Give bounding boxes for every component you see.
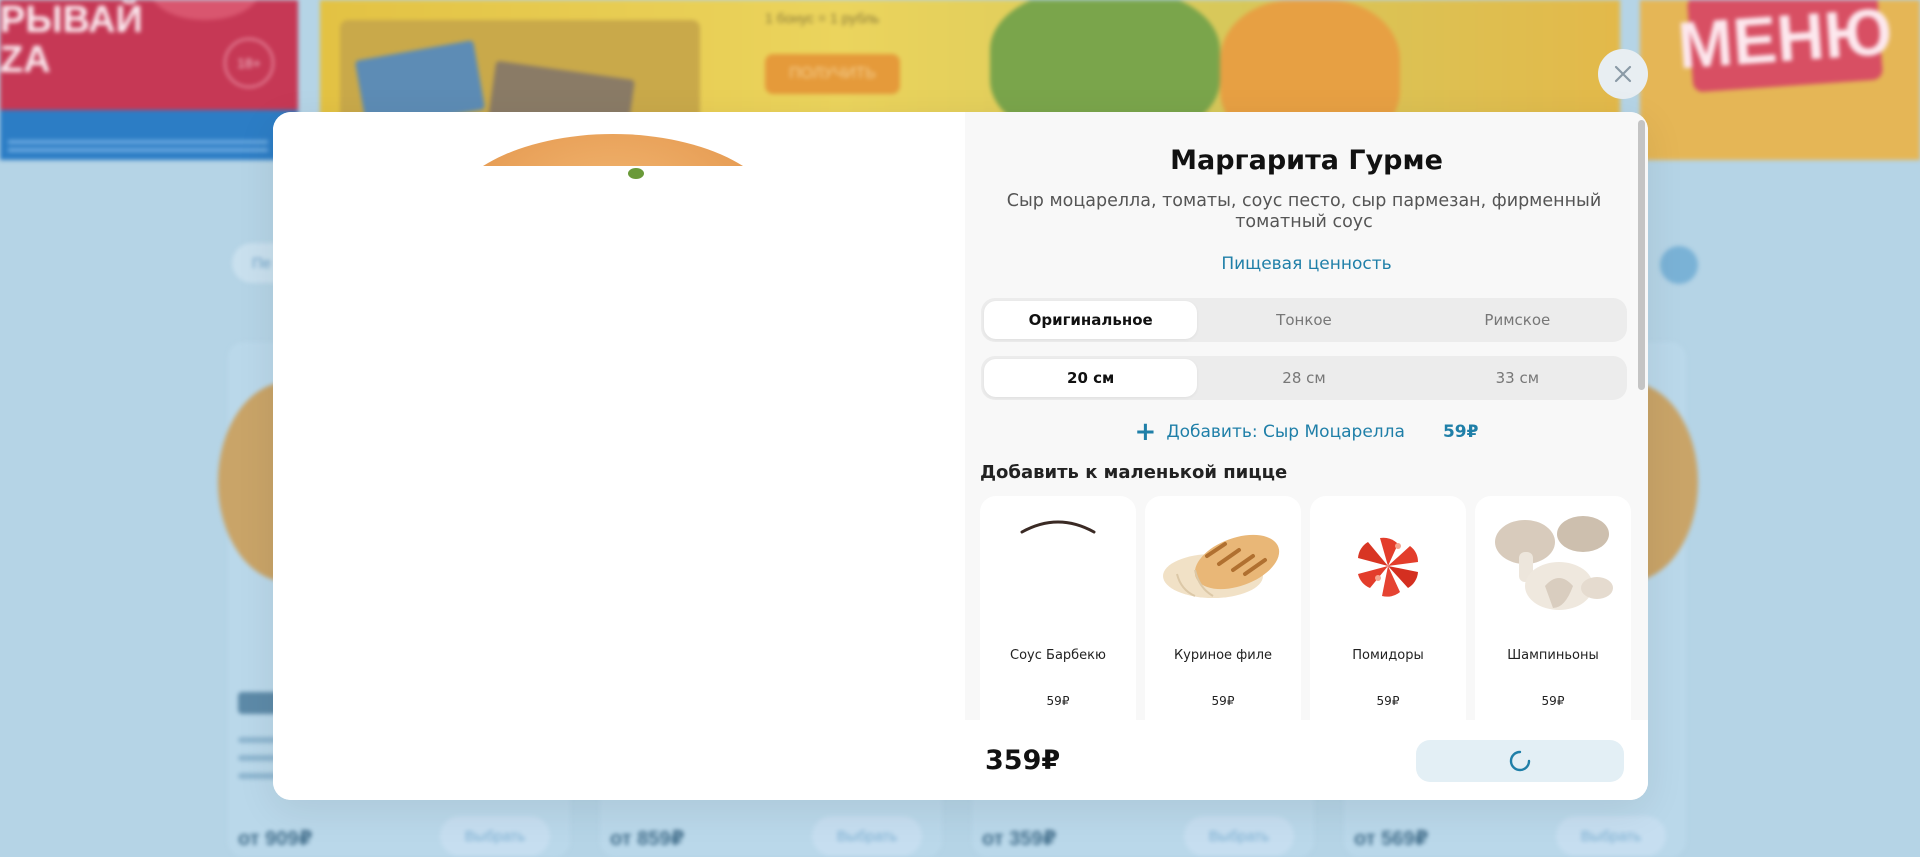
basil-leaf <box>628 168 644 179</box>
size-option-20[interactable]: 20 см <box>984 359 1198 397</box>
topping-name: Помидоры <box>1352 648 1424 663</box>
product-details-panel: Маргарита Гурме Сыр моцарелла, томаты, с… <box>965 112 1648 800</box>
product-modal: Маргарита Гурме Сыр моцарелла, томаты, с… <box>273 112 1648 800</box>
addon-label: Добавить: Сыр Моцарелла <box>1166 422 1405 442</box>
product-description: Сыр моцарелла, томаты, соус песто, сыр п… <box>1006 191 1602 232</box>
topping-name: Шампиньоны <box>1507 648 1599 663</box>
modal-footer: 359₽ <box>965 720 1648 800</box>
close-modal-button[interactable] <box>1598 49 1648 99</box>
topping-card-tomatoes[interactable]: Помидоры 59₽ <box>1310 496 1466 720</box>
card-select-button: Выбрать <box>440 816 550 856</box>
dough-option-thin[interactable]: Тонкое <box>1197 301 1410 339</box>
size-option-33[interactable]: 33 см <box>1411 359 1624 397</box>
dough-selector: Оригинальное Тонкое Римское <box>981 298 1627 342</box>
promo-banner-menu: МЕНЮ <box>1640 0 1920 160</box>
product-image-panel <box>273 112 965 800</box>
addon-price: 59₽ <box>1442 422 1479 442</box>
topping-name: Куриное филе <box>1173 648 1273 663</box>
pizza-image <box>443 134 783 166</box>
banner-strip <box>0 110 298 160</box>
card-price: от 359₽ <box>982 828 1057 850</box>
add-mozzarella-button[interactable]: + Добавить: Сыр Моцарелла 59₽ <box>965 419 1648 445</box>
card-price: от 569₽ <box>1354 828 1429 850</box>
card-price: от 909₽ <box>238 828 313 850</box>
tomatoes-icon <box>1320 512 1456 620</box>
details-scroll-area[interactable]: Маргарита Гурме Сыр моцарелла, томаты, с… <box>965 112 1648 720</box>
filter-icon-button <box>1660 246 1698 284</box>
nutrition-info-link[interactable]: Пищевая ценность <box>965 254 1648 274</box>
topping-card-bbq-sauce[interactable]: Соус Барбекю 59₽ <box>980 496 1136 720</box>
mushrooms-icon <box>1485 512 1621 620</box>
bbq-sauce-icon <box>990 512 1126 620</box>
chicken-fillet-icon <box>1155 512 1291 620</box>
product-title: Маргарита Гурме <box>1170 145 1443 176</box>
card-select-button: Выбрать <box>1556 816 1666 856</box>
dough-option-roman[interactable]: Римское <box>1411 301 1624 339</box>
topping-name: Соус Барбекю <box>1010 648 1106 663</box>
card-select-button: Выбрать <box>812 816 922 856</box>
menu-badge: МЕНЮ <box>1675 0 1895 93</box>
banner-decoration <box>150 0 260 20</box>
topping-card-chicken-fillet[interactable]: Куриное филе 59₽ <box>1145 496 1301 720</box>
topping-price: 59₽ <box>1541 694 1565 708</box>
size-selector: 20 см 28 см 33 см <box>981 356 1627 400</box>
toppings-list: Соус Барбекю 59₽ Куриное филе 59₽ Помидо… <box>980 496 1631 720</box>
banner-red-text: РЫВАЙ ZA <box>0 0 143 81</box>
loading-spinner-icon <box>1509 750 1531 772</box>
plus-icon: + <box>1134 417 1157 447</box>
banner-get-button: ПОЛУЧИТЬ <box>765 54 900 94</box>
dough-option-original[interactable]: Оригинальное <box>984 301 1198 339</box>
total-price: 359₽ <box>985 744 1061 776</box>
toppings-section-title: Добавить к маленькой пицце <box>980 462 1288 483</box>
banner-caption: 1 бонус = 1 рубль <box>765 10 880 26</box>
promo-banner-red: РЫВАЙ ZA 18+ <box>0 0 298 160</box>
topping-price: 59₽ <box>1376 694 1400 708</box>
size-option-28[interactable]: 28 см <box>1197 359 1410 397</box>
close-icon <box>1614 65 1632 83</box>
topping-price: 59₽ <box>1046 694 1070 708</box>
age-badge: 18+ <box>224 38 274 88</box>
card-price: от 859₽ <box>610 828 685 850</box>
card-select-button: Выбрать <box>1184 816 1294 856</box>
topping-card-mushrooms[interactable]: Шампиньоны 59₽ <box>1475 496 1631 720</box>
banner-fine-print <box>8 140 268 144</box>
scrollbar[interactable] <box>1638 120 1645 390</box>
topping-price: 59₽ <box>1211 694 1235 708</box>
add-to-cart-button[interactable] <box>1416 740 1624 782</box>
